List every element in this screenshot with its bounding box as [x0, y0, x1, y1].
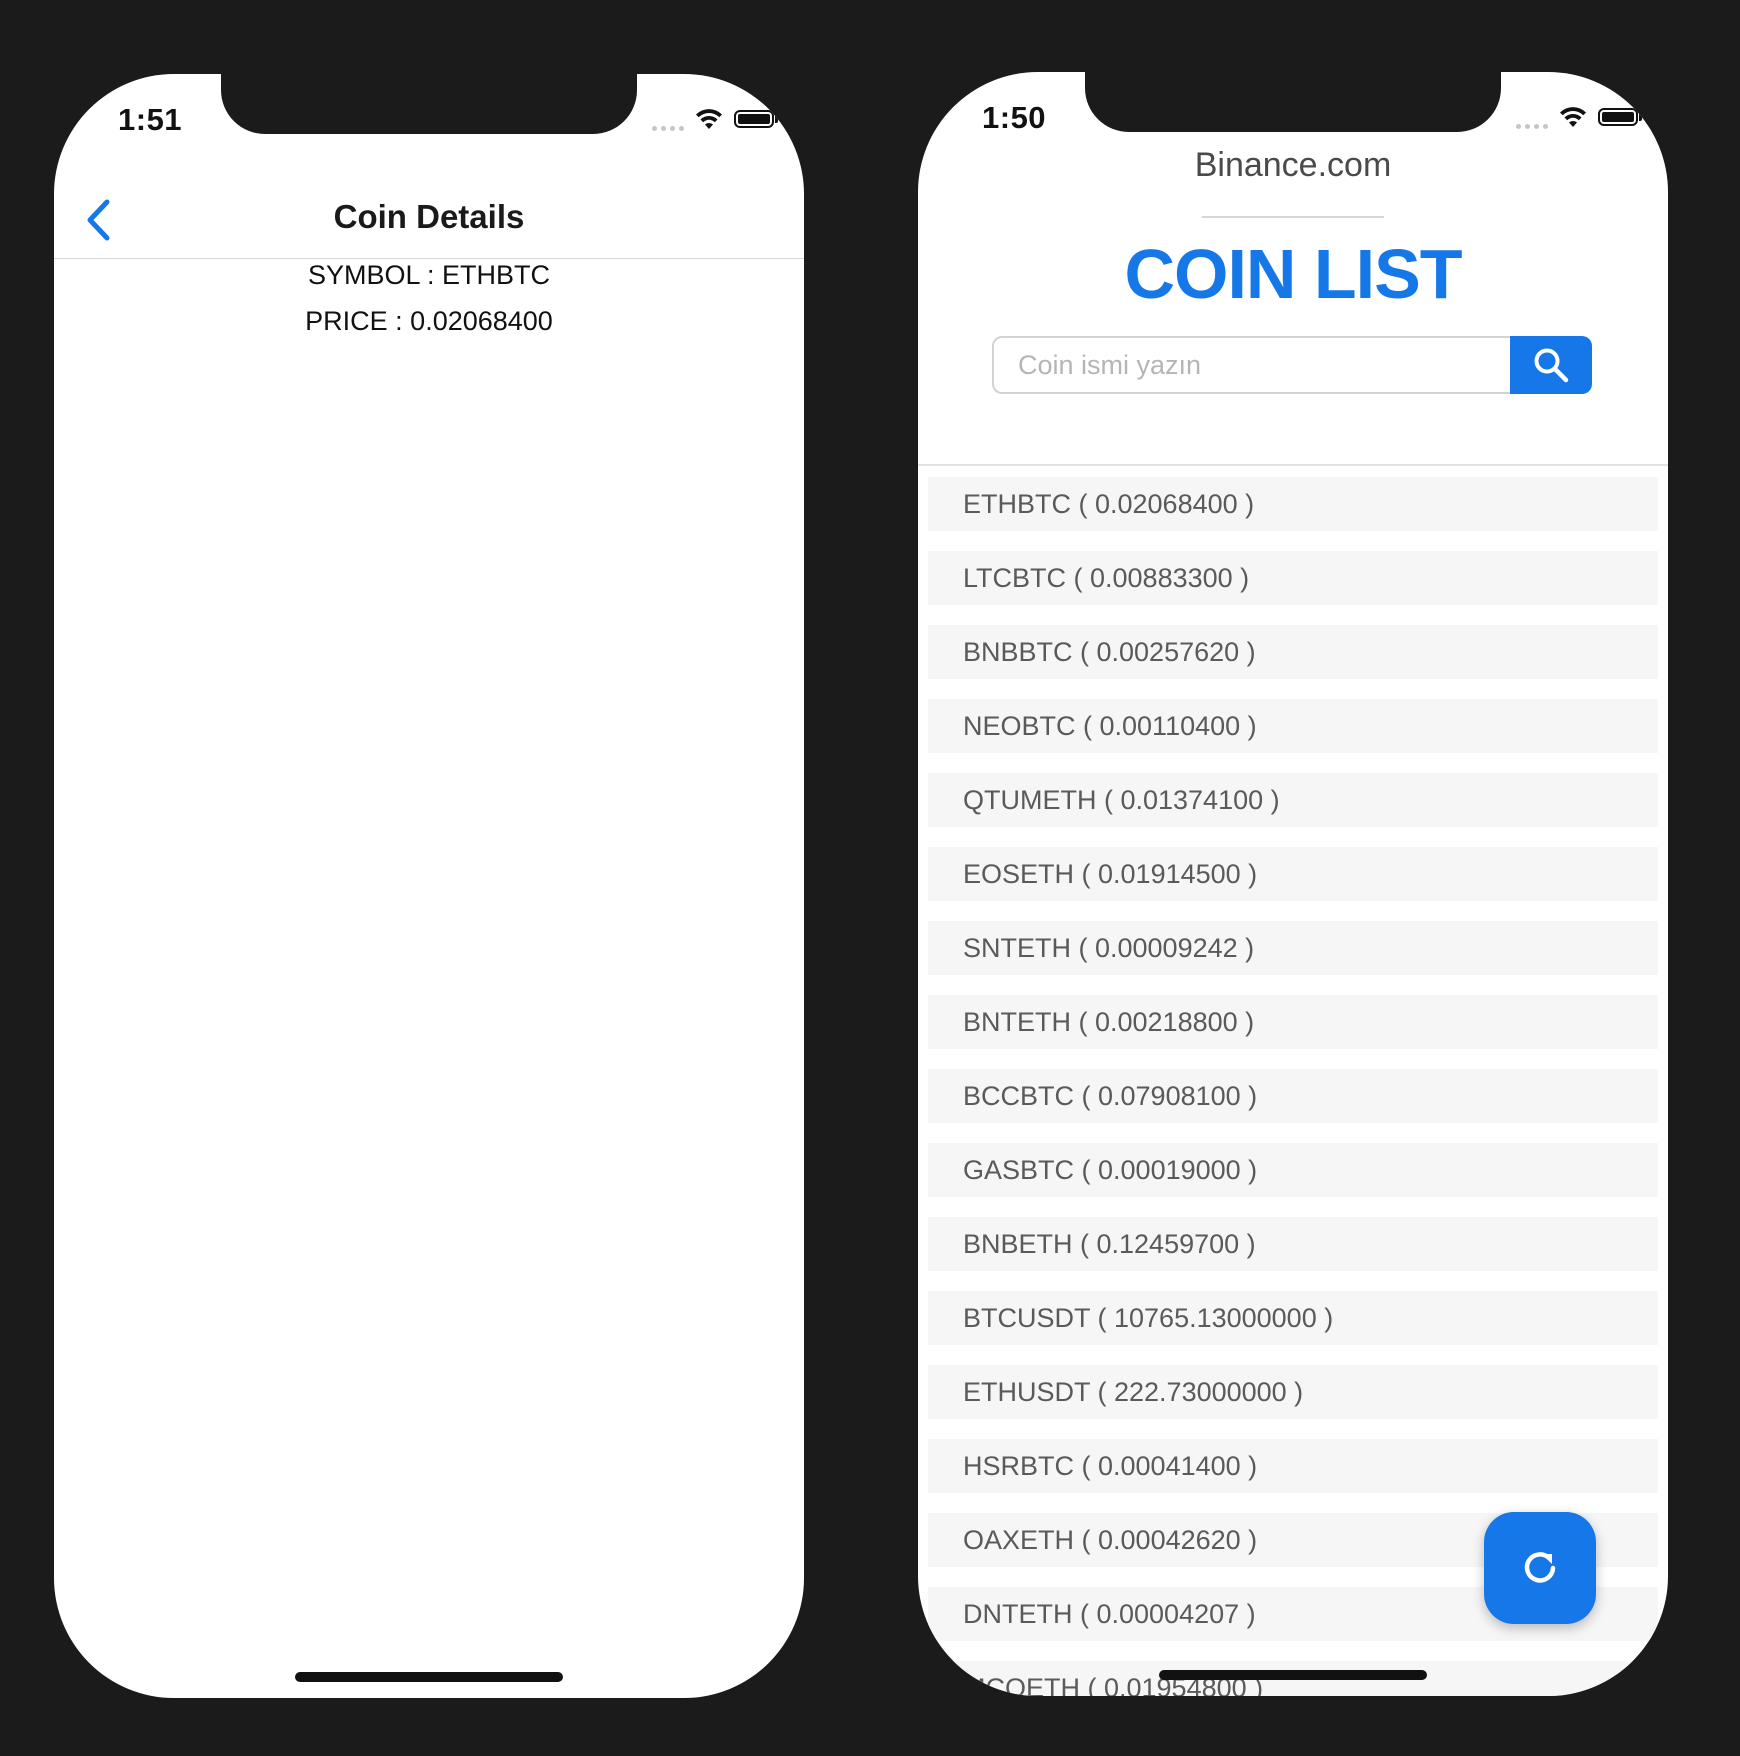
search-icon [1534, 348, 1569, 383]
home-indicator[interactable] [1159, 1670, 1427, 1680]
coin-list-item[interactable]: ETHUSDT ( 222.73000000 ) [928, 1365, 1658, 1419]
device-notch [1085, 72, 1501, 132]
device-notch [221, 74, 637, 134]
coin-list-item[interactable]: BNBBTC ( 0.00257620 ) [928, 625, 1658, 679]
home-indicator[interactable] [295, 1672, 563, 1682]
site-title: Binance.com [1194, 146, 1392, 184]
price-label: PRICE : 0.02068400 [305, 306, 553, 336]
coin-list-item[interactable]: BTCUSDT ( 10765.13000000 ) [928, 1291, 1658, 1345]
status-icons [652, 106, 778, 132]
symbol-label: SYMBOL : ETHBTC [307, 260, 551, 290]
title-divider [1202, 216, 1384, 218]
search-bar [992, 336, 1592, 394]
coin-list-screen: 1:50 Binance.com COIN LIST ETHBTC ( 0.02… [918, 72, 1668, 1696]
refresh-icon [1524, 1552, 1556, 1583]
wifi-icon [1560, 107, 1586, 127]
coin-list-item[interactable]: LTCBTC ( 0.00883300 ) [928, 551, 1658, 605]
cellular-signal-icon [1516, 105, 1548, 129]
page-title: Coin Details [333, 198, 525, 235]
coin-details-screen: 1:51 Coin Details SYMBOL : ETHBTC PRICE … [54, 74, 804, 1698]
coin-list-item[interactable]: ETHBTC ( 0.02068400 ) [928, 477, 1658, 531]
coin-list-item[interactable]: BNTETH ( 0.00218800 ) [928, 995, 1658, 1049]
coin-list-item[interactable]: NEOBTC ( 0.00110400 ) [928, 699, 1658, 753]
coin-list-item[interactable]: GASBTC ( 0.00019000 ) [928, 1143, 1658, 1197]
status-icons [1516, 104, 1642, 130]
list-divider [918, 464, 1668, 466]
search-input[interactable] [992, 336, 1510, 394]
coin-list-item[interactable]: EOSETH ( 0.01914500 ) [928, 847, 1658, 901]
coin-list-item[interactable]: BCCBTC ( 0.07908100 ) [928, 1069, 1658, 1123]
coin-list-heading: COIN LIST [1124, 235, 1462, 313]
battery-icon [1598, 108, 1642, 126]
status-time: 1:50 [982, 100, 1047, 135]
coin-list-item[interactable]: QTUMETH ( 0.01374100 ) [928, 773, 1658, 827]
cellular-signal-icon [652, 107, 684, 131]
coin-list-item[interactable]: SNTETH ( 0.00009242 ) [928, 921, 1658, 975]
search-button[interactable] [1510, 336, 1592, 394]
wifi-icon [696, 109, 722, 129]
coin-list-item[interactable]: BNBETH ( 0.12459700 ) [928, 1217, 1658, 1271]
navigation-bar: Coin Details [54, 184, 804, 259]
battery-icon [734, 110, 778, 128]
status-time: 1:51 [118, 102, 183, 137]
refresh-button[interactable] [1484, 1512, 1596, 1624]
coin-list-item[interactable]: HSRBTC ( 0.00041400 ) [928, 1439, 1658, 1493]
